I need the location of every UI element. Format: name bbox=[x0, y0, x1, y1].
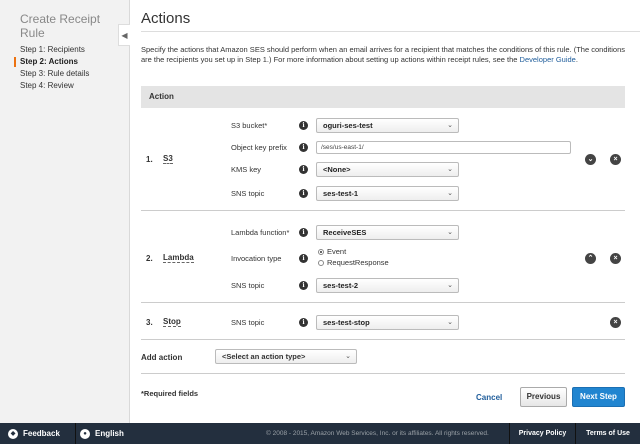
sns-topic-label: SNS topic bbox=[231, 189, 265, 198]
select-value: ses-test-2 bbox=[323, 281, 359, 290]
action-row-s3: 1. S3 S3 bucket* i oguri-ses-test ⌄ Objec… bbox=[141, 108, 625, 211]
radio-selected-icon bbox=[318, 248, 324, 255]
info-icon[interactable]: i bbox=[299, 143, 308, 152]
feedback-label: Feedback bbox=[23, 429, 60, 438]
action-row-lambda: 2. Lambda Lambda function* i ReceiveSES ⌄… bbox=[141, 211, 625, 303]
action-row-stop: 3. Stop SNS topic i ses-test-stop ⌄ × bbox=[141, 303, 625, 340]
chevron-left-icon: ◀ bbox=[121, 30, 128, 40]
chevron-down-icon: ⌄ bbox=[345, 353, 351, 360]
remove-action-button[interactable]: × bbox=[610, 154, 621, 165]
sns-topic-select[interactable]: ses-test-2 ⌄ bbox=[316, 278, 459, 293]
chevron-down-icon: ⌄ bbox=[447, 166, 453, 173]
sns-topic-select[interactable]: ses-test-stop ⌄ bbox=[316, 315, 459, 330]
action-name-lambda: Lambda bbox=[163, 253, 194, 263]
page-title: Actions bbox=[141, 10, 191, 27]
info-icon[interactable]: i bbox=[299, 318, 308, 327]
step-actions[interactable]: Step 2: Actions bbox=[0, 56, 130, 68]
cancel-button[interactable]: Cancel bbox=[476, 389, 502, 407]
s3-bucket-label: S3 bucket* bbox=[231, 121, 268, 130]
privacy-policy-link[interactable]: Privacy Policy bbox=[509, 423, 575, 444]
select-value: ReceiveSES bbox=[323, 228, 367, 237]
add-action-row: Add action <Select an action type> ⌄ bbox=[141, 342, 625, 374]
row-number: 1. bbox=[146, 155, 153, 164]
remove-action-button[interactable]: × bbox=[610, 317, 621, 328]
kms-key-label: KMS key bbox=[231, 165, 262, 174]
move-down-button[interactable]: ⌄ bbox=[585, 154, 596, 165]
invocation-type-label: Invocation type bbox=[231, 254, 282, 263]
radio-label: Event bbox=[327, 247, 347, 256]
sns-topic-label: SNS topic bbox=[231, 318, 265, 327]
chevron-down-icon: ⌄ bbox=[447, 190, 453, 197]
feedback-button[interactable]: ◆ Feedback bbox=[0, 423, 76, 444]
row-number: 3. bbox=[146, 318, 153, 327]
chevron-down-icon: ⌄ bbox=[447, 229, 453, 236]
select-value: ses-test-1 bbox=[323, 189, 359, 198]
select-value: <None> bbox=[323, 165, 351, 174]
sns-topic-label: SNS topic bbox=[231, 281, 265, 290]
step-rule-details[interactable]: Step 3: Rule details bbox=[0, 68, 130, 80]
remove-action-button[interactable]: × bbox=[610, 253, 621, 264]
kms-key-select[interactable]: <None> ⌄ bbox=[316, 162, 459, 177]
lambda-function-select[interactable]: ReceiveSES ⌄ bbox=[316, 225, 459, 240]
info-icon[interactable]: i bbox=[299, 254, 308, 263]
add-action-label: Add action bbox=[141, 353, 183, 362]
move-up-button[interactable]: ⌃ bbox=[585, 253, 596, 264]
console-footer: ◆ Feedback ● English © 2008 - 2015, Amazon… bbox=[0, 423, 640, 444]
wizard-sidebar: Create Receipt Rule ◀ Step 1: Recipients… bbox=[0, 0, 130, 423]
main-content: Actions Specify the actions that Amazon … bbox=[130, 0, 640, 423]
action-name-s3: S3 bbox=[163, 154, 173, 164]
object-key-prefix-label: Object key prefix bbox=[231, 143, 287, 152]
previous-button[interactable]: Previous bbox=[520, 387, 567, 407]
info-icon[interactable]: i bbox=[299, 121, 308, 130]
info-icon[interactable]: i bbox=[299, 281, 308, 290]
radio-icon bbox=[318, 259, 324, 266]
select-value: ses-test-stop bbox=[323, 318, 370, 327]
select-value: oguri-ses-test bbox=[323, 121, 373, 130]
wizard-steps: Step 1: Recipients Step 2: Actions Step … bbox=[0, 44, 130, 92]
action-name-stop: Stop bbox=[163, 317, 181, 327]
globe-icon: ● bbox=[80, 428, 90, 439]
invocation-event-option[interactable]: Event bbox=[318, 247, 346, 256]
chevron-down-icon: ⌄ bbox=[447, 122, 453, 129]
row-number: 2. bbox=[146, 254, 153, 263]
s3-bucket-select[interactable]: oguri-ses-test ⌄ bbox=[316, 118, 459, 133]
add-action-select[interactable]: <Select an action type> ⌄ bbox=[215, 349, 357, 364]
chevron-down-icon: ⌄ bbox=[447, 319, 453, 326]
description-end: . bbox=[575, 55, 578, 64]
info-icon[interactable]: i bbox=[299, 189, 308, 198]
info-icon[interactable]: i bbox=[299, 165, 308, 174]
select-value: <Select an action type> bbox=[222, 352, 306, 361]
lambda-function-label: Lambda function* bbox=[231, 228, 290, 237]
language-selector[interactable]: ● English bbox=[80, 423, 124, 444]
info-icon[interactable]: i bbox=[299, 228, 308, 237]
speech-bubble-icon: ◆ bbox=[8, 428, 18, 439]
chevron-down-icon: ⌄ bbox=[447, 282, 453, 289]
radio-label: RequestResponse bbox=[327, 258, 389, 267]
actions-table: Action 1. S3 S3 bucket* i oguri-ses-test… bbox=[141, 86, 625, 340]
sns-topic-select[interactable]: ses-test-1 ⌄ bbox=[316, 186, 459, 201]
terms-of-use-link[interactable]: Terms of Use bbox=[575, 423, 640, 444]
copyright-text: © 2008 - 2015, Amazon Web Services, Inc.… bbox=[266, 430, 489, 437]
step-review[interactable]: Step 4: Review bbox=[0, 80, 130, 92]
invocation-requestresponse-option[interactable]: RequestResponse bbox=[318, 258, 389, 267]
collapse-sidebar-button[interactable]: ◀ bbox=[118, 24, 130, 46]
page-description: Specify the actions that Amazon SES shou… bbox=[141, 45, 633, 65]
developer-guide-link[interactable]: Developer Guide bbox=[520, 55, 576, 64]
title-divider bbox=[141, 31, 640, 32]
language-label: English bbox=[95, 429, 124, 438]
table-header-action: Action bbox=[141, 86, 625, 108]
object-key-prefix-input[interactable]: /ses/us-east-1/ bbox=[316, 141, 571, 154]
step-recipients[interactable]: Step 1: Recipients bbox=[0, 44, 130, 56]
required-fields-note: *Required fields bbox=[141, 389, 199, 398]
next-step-button[interactable]: Next Step bbox=[572, 387, 625, 407]
sidebar-title: Create Receipt Rule bbox=[20, 12, 101, 40]
